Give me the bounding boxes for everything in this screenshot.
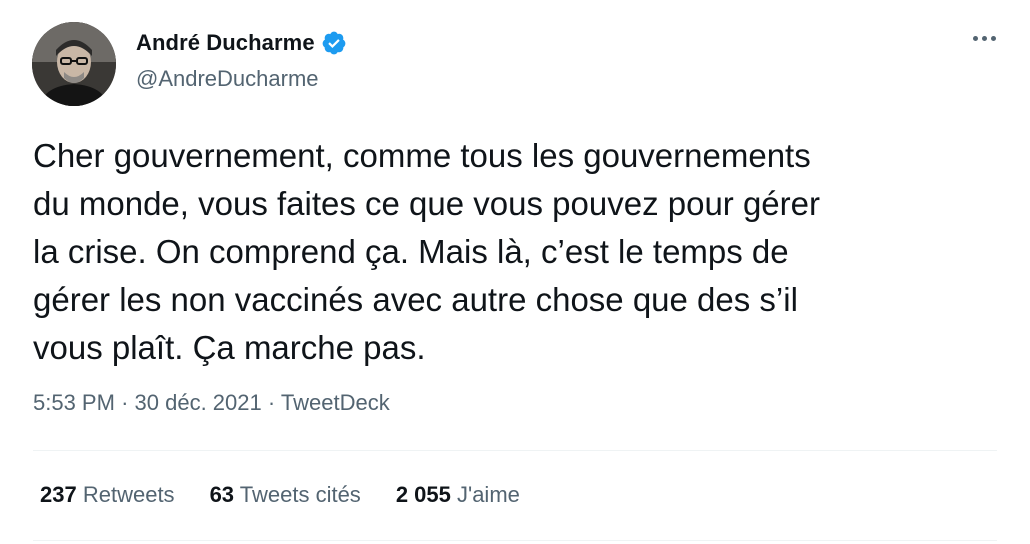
more-options-button[interactable] <box>973 36 996 41</box>
tweet-time[interactable]: 5:53 PM <box>33 390 115 415</box>
tweet-stats: 237 Retweets 63 Tweets cités 2 055 J'aim… <box>40 482 520 508</box>
stat-likes[interactable]: 2 055 J'aime <box>396 482 520 508</box>
divider <box>33 450 997 451</box>
stat-count: 237 <box>40 482 77 507</box>
stat-label: J'aime <box>457 482 520 507</box>
author-name-row: André Ducharme <box>136 30 347 56</box>
meta-separator: · <box>121 390 129 415</box>
verified-badge-icon <box>321 30 347 56</box>
stat-label: Tweets cités <box>239 482 361 507</box>
tweet-card: André Ducharme @AndreDucharme Cher gouve… <box>0 0 1030 544</box>
more-horizontal-icon <box>982 36 987 41</box>
more-horizontal-icon <box>973 36 978 41</box>
avatar-image <box>32 22 116 106</box>
stat-count: 2 055 <box>395 482 451 507</box>
tweet-text: Cher gouvernement, comme tous les gouver… <box>33 137 820 366</box>
meta-separator: · <box>267 390 276 415</box>
avatar[interactable] <box>32 22 116 106</box>
stat-label: Retweets <box>82 482 175 507</box>
stat-quote-tweets[interactable]: 63 Tweets cités <box>210 482 361 508</box>
tweet-meta: 5:53 PM · 30 déc. 2021 · TweetDeck <box>33 390 390 416</box>
stat-retweets[interactable]: 237 Retweets <box>40 482 175 508</box>
tweet-date[interactable]: 30 déc. 2021 <box>135 390 262 415</box>
divider <box>33 540 997 541</box>
author-handle[interactable]: @AndreDucharme <box>136 66 319 92</box>
tweet-source[interactable]: TweetDeck <box>281 390 390 415</box>
more-horizontal-icon <box>991 36 996 41</box>
author-name[interactable]: André Ducharme <box>136 30 315 56</box>
stat-count: 63 <box>209 482 235 507</box>
